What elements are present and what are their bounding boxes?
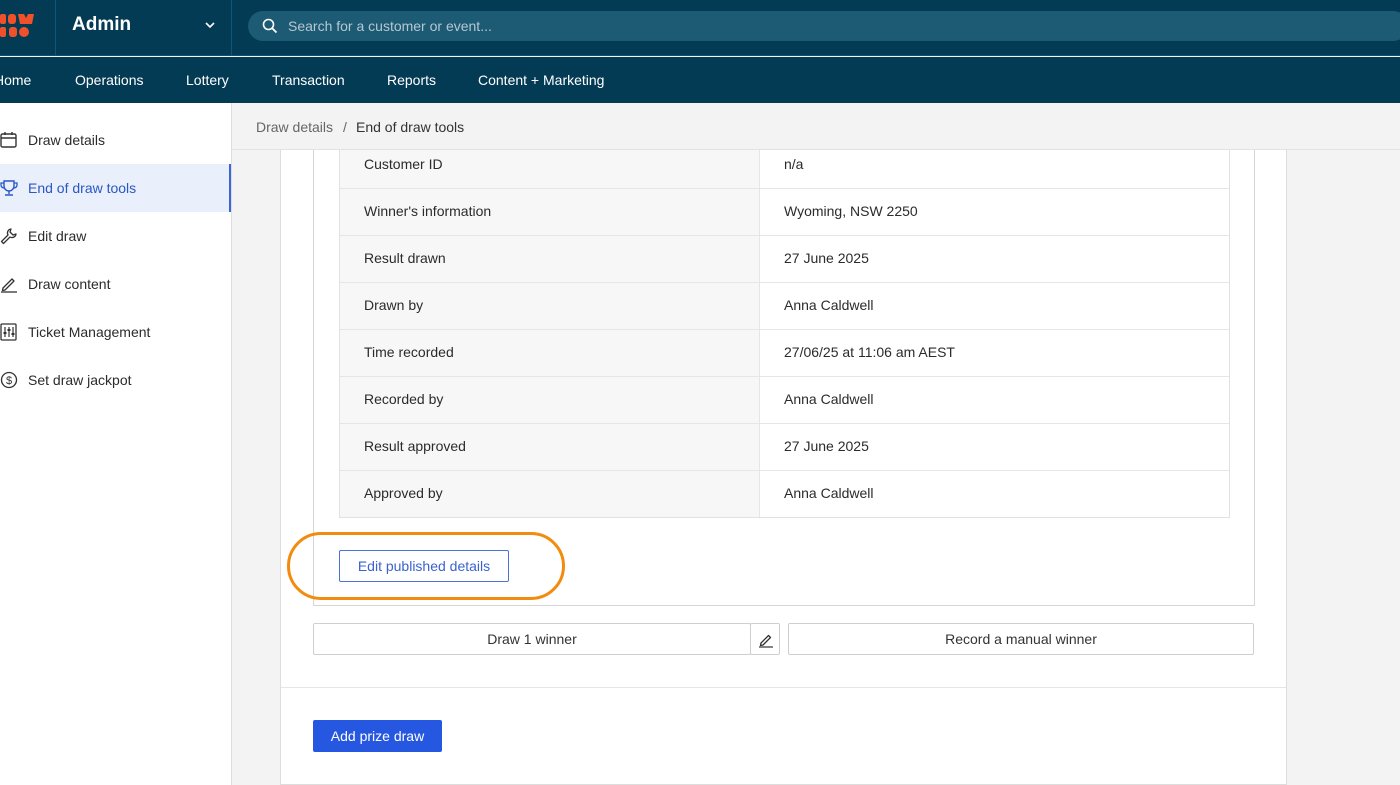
- row-value: 27 June 2025: [784, 250, 869, 266]
- row-value: Anna Caldwell: [784, 391, 874, 407]
- edit-published-details-button[interactable]: Edit published details: [339, 550, 509, 582]
- section-divider: [281, 687, 1286, 688]
- row-value: 27/06/25 at 11:06 am AEST: [784, 344, 955, 360]
- breadcrumb-current: End of draw tools: [356, 119, 465, 135]
- row-label-cell: Winner's information: [340, 189, 760, 235]
- sidebar-item-draw-details[interactable]: Draw details: [0, 116, 231, 164]
- row-value: Anna Caldwell: [784, 485, 874, 501]
- calendar-icon: [0, 132, 17, 148]
- row-label: Recorded by: [364, 391, 444, 407]
- breadcrumb: Draw details / End of draw tools: [232, 103, 1400, 150]
- edit-draw-count-button[interactable]: [750, 623, 780, 655]
- main-panel: Customer ID n/a Winner's information Wyo…: [280, 150, 1287, 785]
- table-row: Time recorded 27/06/25 at 11:06 am AEST: [340, 329, 1229, 376]
- search-bar[interactable]: [248, 11, 1400, 41]
- record-manual-winner-button[interactable]: Record a manual winner: [788, 623, 1254, 655]
- search-input[interactable]: [288, 11, 1288, 41]
- pen-icon: [1, 278, 17, 293]
- table-row: Result approved 27 June 2025: [340, 423, 1229, 470]
- nav-home[interactable]: Home: [0, 72, 31, 88]
- sidebar-item-end-of-draw-tools[interactable]: End of draw tools: [0, 164, 231, 212]
- table-row: Recorded by Anna Caldwell: [340, 376, 1229, 423]
- sidebar-item-draw-content[interactable]: Draw content: [0, 260, 231, 308]
- sidebar-item-label: Edit draw: [28, 228, 87, 244]
- header-divider: [55, 0, 56, 56]
- table-row: Drawn by Anna Caldwell: [340, 282, 1229, 329]
- table-row: Approved by Anna Caldwell: [340, 470, 1229, 517]
- row-label-cell: Result approved: [340, 424, 760, 470]
- nav-reports[interactable]: Reports: [387, 72, 436, 88]
- row-label-cell: Recorded by: [340, 377, 760, 423]
- row-label: Winner's information: [364, 203, 492, 219]
- nav-operations[interactable]: Operations: [75, 72, 143, 88]
- wrench-icon: [0, 228, 17, 245]
- sidebar-item-edit-draw[interactable]: Edit draw: [0, 212, 231, 260]
- row-value: Anna Caldwell: [784, 297, 874, 313]
- row-value-cell: 27 June 2025: [760, 236, 1230, 282]
- table-row: Result drawn 27 June 2025: [340, 235, 1229, 282]
- winner-details-table: Customer ID n/a Winner's information Wyo…: [339, 150, 1230, 518]
- sidebar-item-label: Ticket Management: [28, 324, 151, 340]
- sidebar: Draw details End of draw tools Edit draw…: [0, 103, 232, 785]
- add-prize-draw-button[interactable]: Add prize draw: [313, 720, 442, 752]
- row-value-cell: Anna Caldwell: [760, 471, 1230, 517]
- trophy-icon: [0, 180, 18, 196]
- row-value-cell: n/a: [760, 150, 1230, 188]
- row-label-cell: Approved by: [340, 471, 760, 517]
- row-value-cell: 27 June 2025: [760, 424, 1230, 470]
- pencil-icon: [759, 634, 773, 648]
- sidebar-item-ticket-management[interactable]: Ticket Management: [0, 308, 231, 356]
- sidebar-item-label: Draw content: [28, 276, 111, 292]
- row-label-cell: Customer ID: [340, 150, 760, 188]
- row-value-cell: Wyoming, NSW 2250: [760, 189, 1230, 235]
- row-value-cell: Anna Caldwell: [760, 283, 1230, 329]
- row-label: Approved by: [364, 485, 443, 501]
- row-value: n/a: [784, 156, 804, 172]
- row-label: Customer ID: [364, 156, 443, 172]
- nav-lottery[interactable]: Lottery: [186, 72, 229, 88]
- sidebar-item-label: End of draw tools: [28, 180, 137, 196]
- table-row: Winner's information Wyoming, NSW 2250: [340, 188, 1229, 235]
- sidebar-item-label: Set draw jackpot: [28, 372, 132, 388]
- sidebar-item-set-draw-jackpot[interactable]: $ Set draw jackpot: [0, 356, 231, 404]
- row-value: 27 June 2025: [784, 438, 869, 454]
- top-bar: Admin: [0, 0, 1400, 56]
- dollar-icon: $: [0, 371, 18, 389]
- row-value-cell: Anna Caldwell: [760, 377, 1230, 423]
- sliders-icon: [0, 323, 17, 341]
- row-label: Time recorded: [364, 344, 454, 360]
- row-value-cell: 27/06/25 at 11:06 am AEST: [760, 330, 1230, 376]
- row-value: Wyoming, NSW 2250: [784, 203, 918, 219]
- svg-text:$: $: [6, 375, 12, 387]
- nav-transaction[interactable]: Transaction: [272, 72, 345, 88]
- row-label-cell: Drawn by: [340, 283, 760, 329]
- sidebar-item-label: Draw details: [28, 132, 106, 148]
- row-label-cell: Result drawn: [340, 236, 760, 282]
- chevron-down-icon[interactable]: [203, 18, 217, 32]
- table-row: Customer ID n/a: [340, 150, 1229, 188]
- breadcrumb-link-draw-details[interactable]: Draw details: [256, 119, 333, 135]
- app-switcher-label[interactable]: Admin: [72, 14, 131, 36]
- brand-logo[interactable]: [0, 12, 34, 40]
- row-label: Result drawn: [364, 250, 446, 266]
- search-icon: [262, 18, 278, 34]
- draw-winner-button[interactable]: Draw 1 winner: [313, 623, 751, 655]
- row-label: Drawn by: [364, 297, 424, 313]
- nav-content-marketing[interactable]: Content + Marketing: [478, 72, 604, 88]
- header-divider: [231, 0, 232, 56]
- row-label: Result approved: [364, 438, 466, 454]
- breadcrumb-separator: /: [343, 119, 347, 135]
- row-label-cell: Time recorded: [340, 330, 760, 376]
- main-nav: Home Operations Lottery Transaction Repo…: [0, 57, 1400, 103]
